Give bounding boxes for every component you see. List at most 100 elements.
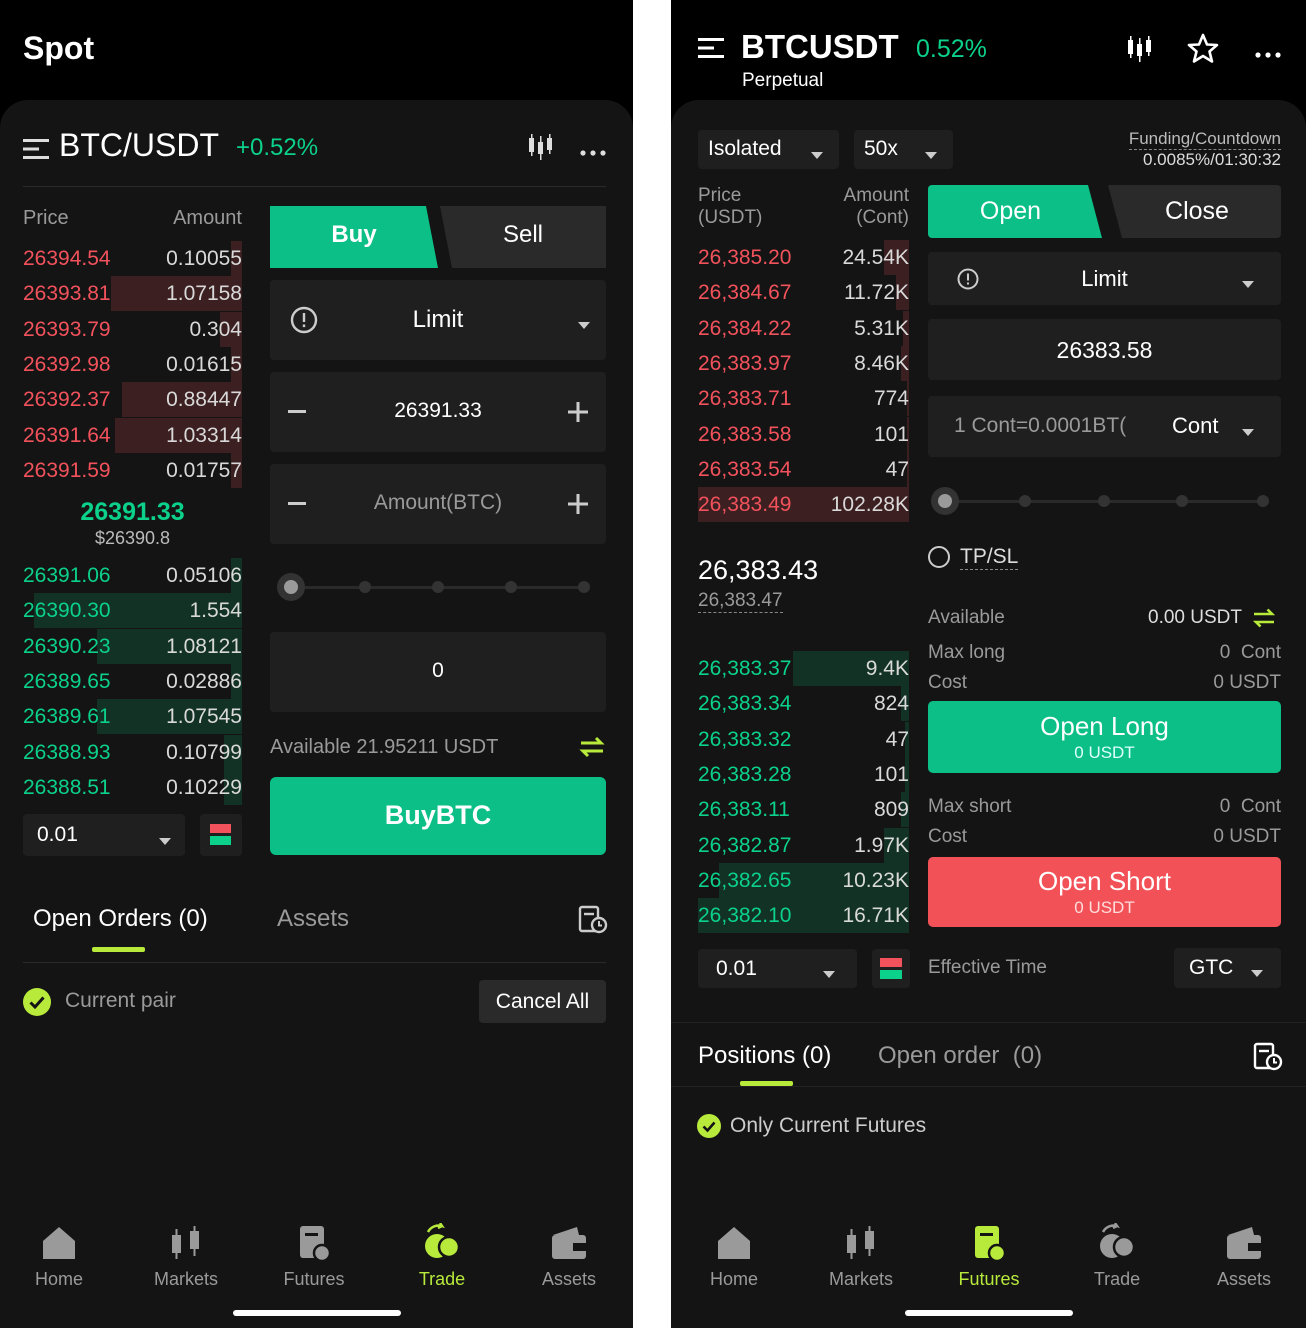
buy-button[interactable]: BuyBTC	[270, 777, 606, 855]
slider-stop[interactable]	[505, 581, 517, 593]
nav-trade[interactable]: Trade	[387, 1222, 497, 1290]
amount-slider[interactable]	[277, 572, 597, 602]
slider-handle[interactable]	[931, 487, 959, 515]
bid-row[interactable]: 26,382.10 16.71K	[698, 898, 909, 934]
tab-assets[interactable]: Assets	[277, 905, 349, 933]
open-long-button[interactable]: Open Long 0 USDT	[928, 701, 1281, 773]
bid-row[interactable]: 26389.61 1.07545	[23, 699, 242, 735]
nav-assets[interactable]: Assets	[1189, 1223, 1299, 1290]
check-circle-icon[interactable]	[697, 1114, 721, 1138]
ask-row[interactable]: 26,384.22 5.31K	[698, 310, 909, 346]
ask-row[interactable]: 26,383.97 8.46K	[698, 345, 909, 381]
slider-stop[interactable]	[1176, 495, 1188, 507]
ask-row[interactable]: 26,384.67 11.72K	[698, 275, 909, 311]
more-icon[interactable]	[580, 143, 606, 156]
nav-home[interactable]: Home	[4, 1223, 114, 1290]
nav-markets[interactable]: Markets	[806, 1223, 916, 1290]
effective-time-select[interactable]: GTC	[1174, 948, 1281, 988]
nav-markets[interactable]: Markets	[131, 1223, 241, 1290]
transfer-icon[interactable]	[1251, 607, 1277, 629]
transfer-icon[interactable]	[577, 734, 607, 760]
mark-price[interactable]: 26,383.47	[698, 590, 783, 613]
open-short-button[interactable]: Open Short 0 USDT	[928, 857, 1281, 927]
tab-positions[interactable]: Positions (0)	[698, 1042, 831, 1070]
tab-open-orders[interactable]: Open Orders (0)	[33, 905, 208, 933]
ask-row[interactable]: 26,383.49 102.28K	[698, 487, 909, 523]
open-tab[interactable]: Open	[928, 197, 1093, 226]
ask-row[interactable]: 26391.64 1.03314	[23, 417, 242, 453]
menu-icon[interactable]	[23, 138, 49, 160]
leverage-select[interactable]: 50x	[854, 130, 953, 169]
order-history-icon[interactable]	[1253, 1042, 1283, 1072]
star-icon[interactable]	[1187, 33, 1219, 63]
slider-stop[interactable]	[432, 581, 444, 593]
ask-row[interactable]: 26391.59 0.01757	[23, 452, 242, 488]
slider-handle[interactable]	[277, 573, 305, 601]
price-input[interactable]: 26383.58	[928, 319, 1281, 380]
bid-row[interactable]: 26390.23 1.08121	[23, 628, 242, 664]
candlestick-icon[interactable]	[1125, 34, 1155, 62]
cancel-all-button[interactable]: Cancel All	[479, 980, 606, 1023]
bid-row[interactable]: 26388.93 0.10799	[23, 734, 242, 770]
total-input[interactable]: 0	[270, 632, 606, 712]
tab-open-order[interactable]: Open order (0)	[878, 1042, 1042, 1070]
sell-tab[interactable]: Sell	[440, 221, 606, 249]
nav-trade[interactable]: Trade	[1062, 1222, 1172, 1290]
funding-label[interactable]: Funding/Countdown	[1128, 129, 1281, 150]
ask-row[interactable]: 26,385.20 24.54K	[698, 240, 909, 275]
bid-row[interactable]: 26390.30 1.554	[23, 593, 242, 629]
menu-icon[interactable]	[698, 37, 724, 59]
ask-row[interactable]: 26393.79 0.304	[23, 311, 242, 347]
check-circle-icon[interactable]	[23, 988, 51, 1016]
price-input[interactable]: 26391.33	[330, 399, 546, 423]
bid-row[interactable]: 26,383.32 47	[698, 721, 909, 757]
bid-row[interactable]: 26,383.37 9.4K	[698, 651, 909, 686]
tpsl-label[interactable]: TP/SL	[960, 545, 1019, 570]
slider-stop[interactable]	[1257, 495, 1269, 507]
info-icon[interactable]	[290, 306, 318, 334]
book-layout-toggle[interactable]	[872, 949, 910, 988]
amount-input[interactable]: Amount(BTC)	[330, 491, 546, 515]
order-history-icon[interactable]	[578, 905, 608, 935]
nav-assets[interactable]: Assets	[514, 1223, 624, 1290]
ask-row[interactable]: 26394.54 0.10055	[23, 241, 242, 276]
ask-row[interactable]: 26,383.54 47	[698, 451, 909, 487]
nav-home[interactable]: Home	[679, 1223, 789, 1290]
tpsl-radio[interactable]	[928, 546, 950, 568]
slider-stop[interactable]	[578, 581, 590, 593]
amount-input[interactable]: 1 Cont=0.0001BT( Cont	[928, 396, 1281, 457]
minus-icon[interactable]	[288, 502, 306, 505]
ask-row[interactable]: 26,383.58 101	[698, 416, 909, 452]
amount-slider[interactable]	[931, 486, 1276, 516]
bid-row[interactable]: 26,383.28 101	[698, 756, 909, 792]
futures-symbol[interactable]: BTCUSDT	[741, 28, 899, 66]
nav-futures[interactable]: Futures	[259, 1223, 369, 1290]
book-layout-toggle[interactable]	[200, 814, 242, 856]
bid-row[interactable]: 26389.65 0.02886	[23, 663, 242, 699]
ask-row[interactable]: 26,383.71 774	[698, 381, 909, 417]
slider-stop[interactable]	[1019, 495, 1031, 507]
bid-row[interactable]: 26,383.11 809	[698, 792, 909, 828]
minus-icon[interactable]	[288, 410, 306, 413]
slider-stop[interactable]	[1098, 495, 1110, 507]
bid-row[interactable]: 26,383.34 824	[698, 686, 909, 722]
pair-name[interactable]: BTC/USDT	[59, 127, 219, 164]
nav-futures[interactable]: Futures	[934, 1223, 1044, 1290]
bid-row[interactable]: 26,382.87 1.97K	[698, 827, 909, 863]
plus-icon[interactable]	[568, 402, 588, 422]
unit-value[interactable]: Cont	[1172, 413, 1218, 439]
price-stepper[interactable]: 26391.33	[270, 372, 606, 452]
precision-select[interactable]: 0.01	[698, 949, 857, 988]
candlestick-icon[interactable]	[526, 132, 556, 160]
bid-row[interactable]: 26391.06 0.05106	[23, 558, 242, 593]
more-icon[interactable]	[1255, 45, 1281, 58]
precision-select[interactable]: 0.01	[23, 814, 185, 856]
bid-row[interactable]: 26,382.65 10.23K	[698, 862, 909, 898]
bid-row[interactable]: 26388.51 0.10229	[23, 769, 242, 805]
close-tab[interactable]: Close	[1113, 197, 1281, 226]
slider-stop[interactable]	[359, 581, 371, 593]
margin-mode-select[interactable]: Isolated	[698, 130, 839, 169]
order-type-select[interactable]: Limit	[270, 280, 606, 360]
buy-tab[interactable]: Buy	[270, 221, 438, 249]
ask-row[interactable]: 26392.37 0.88447	[23, 382, 242, 418]
